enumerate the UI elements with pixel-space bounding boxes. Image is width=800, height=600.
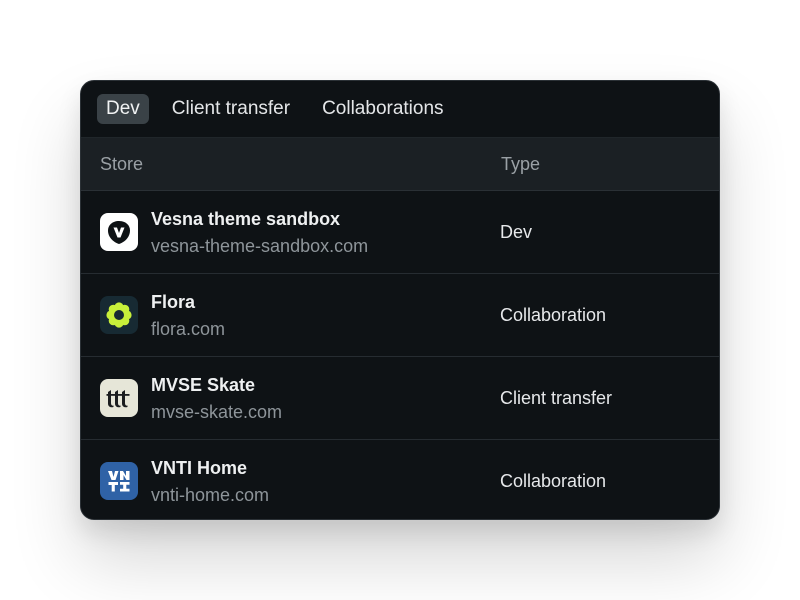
table-row[interactable]: Vesna theme sandbox vesna-theme-sandbox.… [81,191,719,274]
store-type: Dev [500,221,533,242]
table-row[interactable]: MVSE Skate mvse-skate.com Client transfe… [81,357,719,440]
store-name: Vesna theme sandbox [151,209,341,229]
store-cell: Vesna theme sandbox vesna-theme-sandbox.… [151,207,368,258]
store-type: Collaboration [500,470,607,491]
store-cell: MVSE Skate mvse-skate.com [151,373,282,424]
stores-card: Dev Client transfer Collaborations Store… [80,80,720,520]
store-type: Collaboration [500,304,607,325]
flora-flower-logo-icon [100,296,138,334]
table-header: Store Type [81,137,719,191]
table-row[interactable]: VNTI Home vnti-home.com Collaboration [81,440,719,519]
store-domain: vnti-home.com [151,485,270,505]
store-domain: flora.com [151,319,226,339]
store-name: Flora [151,292,196,312]
table-row[interactable]: Flora flora.com Collaboration [81,274,719,357]
tab-bar: Dev Client transfer Collaborations [81,81,719,137]
column-header-type: Type [501,153,541,174]
tab-collaborations[interactable]: Collaborations [313,94,452,124]
tab-dev[interactable]: Dev [97,94,149,124]
store-domain: vesna-theme-sandbox.com [151,236,369,256]
mvse-skate-logo-icon [100,379,138,417]
store-domain: mvse-skate.com [151,402,283,422]
vnti-home-logo-icon [100,462,138,500]
store-cell: VNTI Home vnti-home.com [151,456,269,507]
store-cell: Flora flora.com [151,290,225,341]
store-name: MVSE Skate [151,375,256,395]
tab-client-transfer[interactable]: Client transfer [163,94,299,124]
store-name: VNTI Home [151,458,248,478]
store-type: Client transfer [500,387,613,408]
column-header-store: Store [100,153,144,174]
vesna-logo-icon [100,213,138,251]
